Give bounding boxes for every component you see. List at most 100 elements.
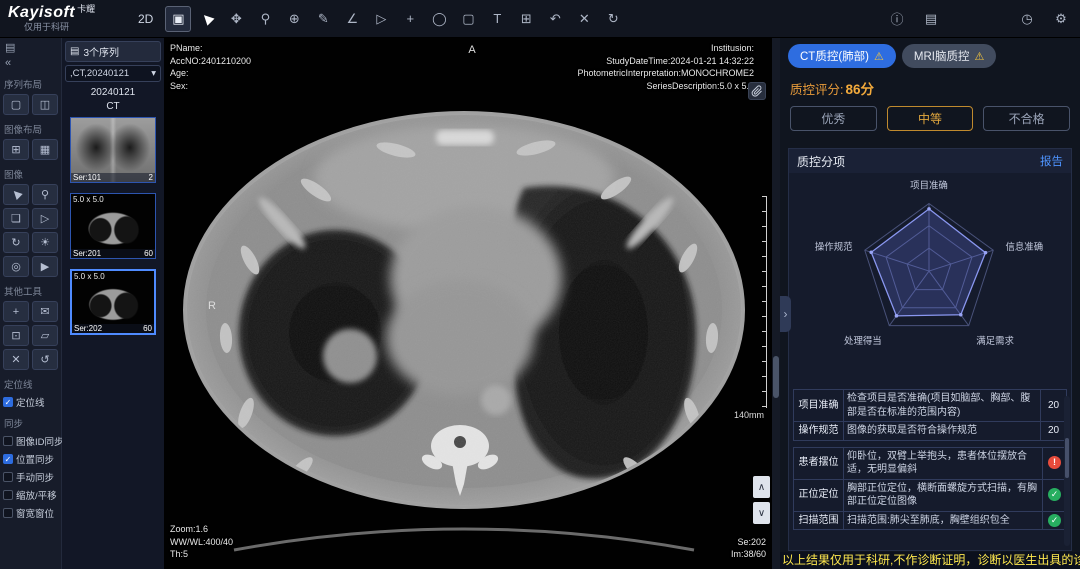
magnify-tool[interactable]: ⚲: [32, 184, 58, 205]
qc-breakdown-panel: 质控分项 报告 项目准确信息准确满足需求处理得当操作规范 项目准确检查项目是否准…: [788, 148, 1072, 551]
checkbox-row[interactable]: 缩放/平移: [3, 488, 58, 502]
layout-single-tool[interactable]: ▢: [3, 94, 29, 115]
checkbox-row[interactable]: 手动同步: [3, 470, 58, 484]
rotate-tool[interactable]: ↻: [3, 232, 29, 253]
settings-tool[interactable]: ⚙: [1048, 6, 1074, 32]
qc-table-row[interactable]: 操作规范图像的获取是否符合操作规范20: [794, 422, 1067, 441]
checkbox-row[interactable]: 图像ID同步: [3, 434, 58, 448]
viewer-scrollbar[interactable]: [772, 38, 780, 569]
qc-table-row[interactable]: 正位定位胸部正位定位，横断面螺旋方式扫描，有胸部正位定位图像✓: [794, 479, 1067, 511]
report-link[interactable]: 报告: [1040, 153, 1063, 169]
add-tool[interactable]: +: [397, 6, 423, 32]
checkbox-label: 位置同步: [16, 452, 54, 466]
checkbox-label: 缩放/平移: [16, 488, 57, 502]
patient-info-overlay: PName:AccNO:2401210200 Age:Sex:: [170, 42, 251, 92]
angle-tool[interactable]: ∠: [339, 6, 365, 32]
close-icon: ✕: [11, 353, 20, 366]
cine-tool[interactable]: ⊞: [513, 6, 539, 32]
paperclip-icon: [751, 85, 763, 97]
comment-tool[interactable]: ✉: [32, 301, 58, 322]
series-thumbnail-ser-201[interactable]: 5.0 x 5.0Ser:20160: [70, 193, 156, 259]
angle-icon: ∠: [347, 11, 359, 27]
probe-tool[interactable]: ▷: [368, 6, 394, 32]
study-select[interactable]: ,CT,20240121 ▾: [65, 65, 161, 82]
viewer-scrollbar-thumb[interactable]: [773, 356, 779, 398]
criterion-desc: 检查项目是否准确(项目如脑部、胸部、腹部是否在标准的范围内容): [844, 390, 1041, 422]
sidebar-tools-column: ▤ « 序列布局▢◫图像布局⊞▦图像▶⚲❏▷↻☀◎▶其他工具+✉⊡▱✕↺ 定位线…: [0, 38, 62, 569]
thumb-image-count: 60: [144, 249, 153, 258]
qc-score-table: 项目准确检查项目是否准确(项目如脑部、胸部、腹部是否在标准的范围内容)20操作规…: [793, 389, 1067, 441]
criterion-status: !: [1043, 447, 1067, 479]
restore-icon: ↺: [40, 353, 49, 366]
crosshair-tool[interactable]: ⊕: [281, 6, 307, 32]
table-scrollbar[interactable]: [1064, 396, 1070, 546]
undo-tool[interactable]: ↶: [542, 6, 568, 32]
checkbox-row[interactable]: 窗宽窗位: [3, 506, 58, 520]
qc-table-row[interactable]: 扫描范围扫描范围:肺尖至肺底，胸壁组织包全✓: [794, 511, 1067, 530]
restore-tool[interactable]: ↺: [32, 349, 58, 370]
info-tool[interactable]: ⓘ: [884, 6, 910, 32]
series-count-box[interactable]: ▤ 3个序列: [65, 41, 161, 62]
collapse-panel-button[interactable]: «: [3, 55, 13, 70]
target-tool[interactable]: ◎: [3, 256, 29, 277]
delete-icon: ✕: [579, 11, 590, 27]
pointer-tool[interactable]: ▶: [3, 184, 29, 205]
grade-medium-button[interactable]: 中等: [887, 106, 974, 131]
tab-mri-qc[interactable]: MRI脑质控 ⚠: [902, 44, 996, 68]
series-thumbnail-ser-202[interactable]: 5.0 x 5.0Ser:20260: [70, 269, 156, 335]
mode-2d-label: 2D: [138, 12, 153, 26]
play-tool[interactable]: ▶: [32, 256, 58, 277]
series-panel: ▤ 3个序列 ,CT,20240121 ▾ 20240121 CT Ser:10…: [62, 38, 164, 569]
roi-tool[interactable]: ⊡: [3, 325, 29, 346]
report-tool[interactable]: ▤: [918, 6, 944, 32]
app-window: Kayisoft卡耀 仅用于科研 2D ▣▶✥⚲⊕✎∠▷+◯▢T⊞↶✕↻ ⓘ▤ …: [0, 0, 1080, 569]
series-list-button[interactable]: ▤: [3, 40, 17, 55]
add-tool[interactable]: +: [3, 301, 29, 322]
qc-table-row[interactable]: 项目准确检查项目是否准确(项目如脑部、胸部、腹部是否在标准的范围内容)20: [794, 390, 1067, 422]
eraser-icon: ▱: [41, 329, 49, 342]
warning-icon: ⚠: [874, 50, 884, 63]
brightness-tool[interactable]: ☀: [32, 232, 58, 253]
collapse-right-panel-handle[interactable]: ›: [780, 296, 791, 332]
thumb-desc: 5.0 x 5.0: [73, 195, 104, 204]
viewport[interactable]: PName:AccNO:2401210200 Age:Sex: Institus…: [164, 38, 780, 569]
checkbox-row[interactable]: ✓位置同步: [3, 452, 58, 466]
measure-tool[interactable]: ✎: [310, 6, 336, 32]
copy-tool[interactable]: ❏: [3, 208, 29, 229]
reset-tool[interactable]: ↻: [600, 6, 626, 32]
ellipse-tool[interactable]: ◯: [426, 6, 452, 32]
delete-tool[interactable]: ✕: [571, 6, 597, 32]
layout-tool[interactable]: ▣: [165, 6, 191, 32]
grade-excellent-button[interactable]: 优秀: [790, 106, 877, 131]
grid-2x2-tool[interactable]: ⊞: [3, 139, 29, 160]
grade-fail-button[interactable]: 不合格: [983, 106, 1070, 131]
scale-label: 140mm: [734, 410, 764, 420]
rectangle-tool[interactable]: ▢: [455, 6, 481, 32]
layout-icon: ▣: [172, 11, 184, 27]
zoom-tool[interactable]: ⚲: [252, 6, 278, 32]
criterion-status: ✓: [1043, 479, 1067, 511]
pan-tool[interactable]: ✥: [223, 6, 249, 32]
reset-icon: ↻: [608, 11, 619, 27]
close-tool[interactable]: ✕: [3, 349, 29, 370]
history-tool[interactable]: ◷: [1014, 6, 1040, 32]
eraser-tool[interactable]: ▱: [32, 325, 58, 346]
list-icon: ▤: [70, 46, 79, 57]
checkbox-row[interactable]: ✓定位线: [3, 395, 58, 409]
sidebar-check-groups: 定位线✓定位线同步图像ID同步✓位置同步手动同步缩放/平移窗宽窗位: [3, 377, 58, 520]
prev-image-button[interactable]: ∧: [753, 476, 770, 498]
thumb-image-count: 2: [149, 173, 153, 182]
target-icon: ◎: [11, 260, 21, 273]
grid-3x3-tool[interactable]: ▦: [32, 139, 58, 160]
layout-split-tool[interactable]: ◫: [32, 94, 58, 115]
text-tool[interactable]: T: [484, 6, 510, 32]
tab-ct-qc[interactable]: CT质控(肺部) ⚠: [788, 44, 896, 68]
attachment-button[interactable]: [748, 82, 766, 100]
pointer-tool[interactable]: ▶: [194, 6, 220, 32]
next-image-button[interactable]: ∨: [753, 502, 770, 524]
criterion-name: 正位定位: [794, 479, 844, 511]
qc-table-row[interactable]: 患者摆位仰卧位，双臂上举抱头，患者体位摆放合适，无明显偏斜!: [794, 447, 1067, 479]
link-tool[interactable]: ▷: [32, 208, 58, 229]
table-scrollbar-thumb[interactable]: [1065, 438, 1069, 478]
series-thumbnail-ser-101[interactable]: Ser:1012: [70, 117, 156, 183]
